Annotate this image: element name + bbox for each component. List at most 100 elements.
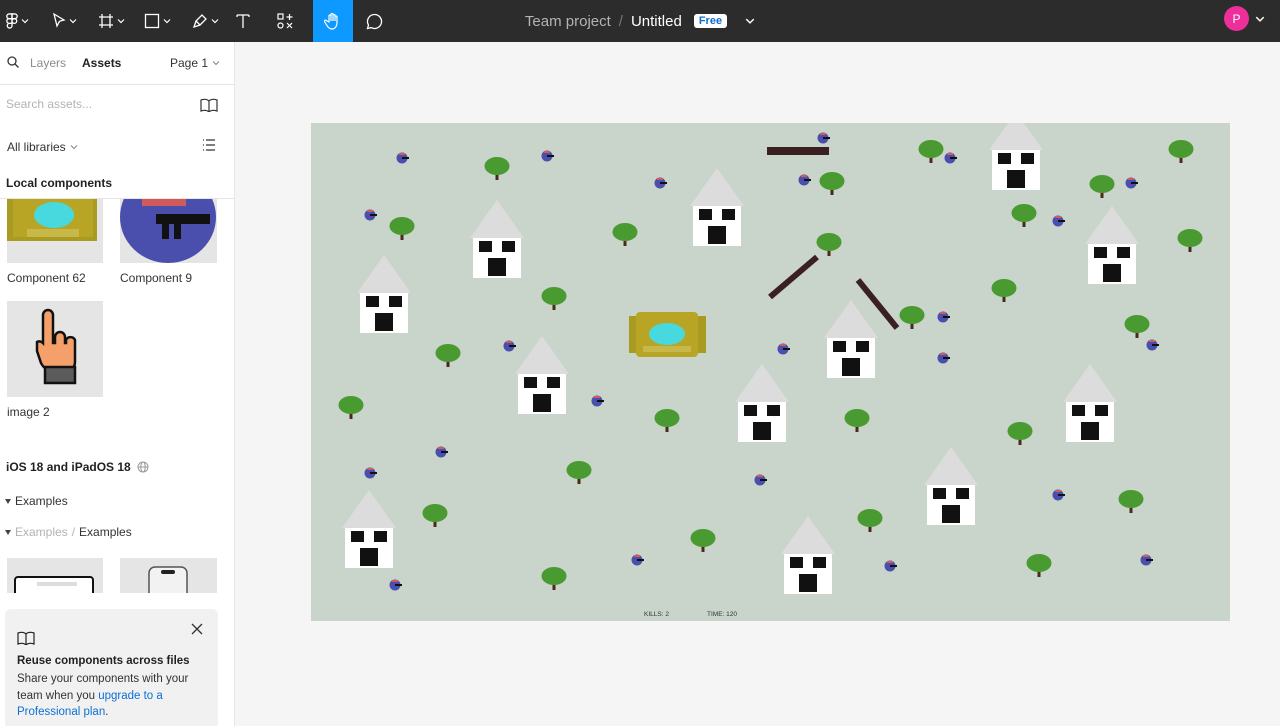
tree [1007, 422, 1033, 445]
library-filter[interactable]: All libraries [7, 140, 78, 154]
tree [541, 567, 567, 590]
component-label: image 2 [7, 405, 50, 419]
chevron-down-icon[interactable] [1255, 14, 1265, 24]
enemy [364, 467, 377, 479]
tree [844, 409, 870, 432]
panel-tabs: Layers Assets Page 1 [0, 42, 234, 83]
ipad-preview-icon [14, 576, 94, 593]
team-name[interactable]: Team project [525, 13, 611, 30]
chevron-down-icon [211, 19, 218, 24]
tree [484, 157, 510, 180]
move-tool-button[interactable] [39, 0, 89, 42]
assets-panel: Layers Assets Page 1 All libraries Local… [0, 42, 235, 726]
library-book-icon[interactable] [200, 98, 218, 112]
tab-layers[interactable]: Layers [30, 56, 66, 70]
promo-body: Share your components with your team whe… [17, 671, 207, 721]
local-components-heading: Local components [6, 176, 113, 190]
library-filter-row: All libraries [0, 126, 234, 166]
breadcrumb-separator: / [618, 12, 623, 30]
examples-path-parent: Examples [15, 525, 68, 539]
enemy [884, 560, 897, 572]
examples-group[interactable]: Examples [5, 494, 68, 508]
page-selector[interactable]: Page 1 [170, 56, 220, 70]
hand-tool-button[interactable] [313, 0, 353, 42]
file-menu-chevron-icon[interactable] [745, 16, 755, 26]
house [735, 364, 789, 442]
tree [612, 223, 638, 246]
house [515, 336, 569, 414]
enemy [1140, 554, 1153, 566]
caret-down-icon [5, 498, 11, 504]
tree [899, 306, 925, 329]
caret-down-icon [5, 529, 11, 535]
pen-tool-button[interactable] [181, 0, 229, 42]
kills-counter: KILLS: 2 [644, 611, 669, 618]
tree [435, 344, 461, 367]
close-icon[interactable] [191, 623, 203, 635]
house [924, 447, 978, 525]
search-input[interactable] [6, 97, 186, 111]
house [357, 255, 411, 333]
chevron-down-icon [163, 19, 170, 24]
house [690, 168, 744, 246]
pen-icon [192, 14, 207, 29]
tree [918, 140, 944, 163]
tree [991, 279, 1017, 302]
frame-tool-button[interactable] [89, 0, 133, 42]
search-icon[interactable] [7, 56, 19, 68]
enemy [631, 554, 644, 566]
enemy [754, 474, 767, 486]
cursor-icon [52, 13, 66, 28]
tree [816, 233, 842, 256]
tree [690, 529, 716, 552]
enemy [1052, 215, 1065, 227]
shape-tool-button[interactable] [133, 0, 181, 42]
time-counter: TIME: 120 [707, 611, 737, 618]
tree [1168, 140, 1194, 163]
tree [541, 287, 567, 310]
house [824, 300, 878, 378]
plan-badge: Free [693, 14, 728, 28]
tree [1177, 229, 1203, 252]
asset-search [0, 84, 234, 125]
comment-icon [366, 13, 382, 29]
tree [566, 461, 592, 484]
chevron-down-icon [70, 145, 78, 150]
tree [422, 504, 448, 527]
user-avatar[interactable]: P [1224, 6, 1249, 31]
component-label: Component 9 [120, 271, 193, 285]
component-thumbnail[interactable] [120, 199, 217, 263]
file-name[interactable]: Untitled [631, 13, 682, 30]
ios-library-label: iOS 18 and iPadOS 18 [6, 460, 131, 474]
rectangle-icon [144, 13, 159, 29]
list-view-icon[interactable] [202, 138, 216, 152]
example-thumbnail[interactable] [120, 558, 217, 593]
tree [1118, 490, 1144, 513]
comment-tool-button[interactable] [353, 0, 395, 42]
game-frame[interactable]: KILLS: 2 TIME: 120 [311, 123, 1230, 621]
house [1085, 206, 1139, 284]
text-tool-button[interactable] [229, 0, 257, 42]
fountain [629, 312, 706, 357]
components-tool-button[interactable] [257, 0, 313, 42]
enemy [389, 579, 402, 591]
component-label: Component 62 [7, 271, 86, 285]
chevron-down-icon [212, 61, 220, 66]
component-thumbnail[interactable] [7, 301, 103, 397]
enemy [591, 395, 604, 407]
example-thumbnail[interactable] [7, 558, 103, 593]
examples-subgroup[interactable]: Examples / Examples [5, 525, 132, 539]
toolbar: Team project / Untitled Free P [0, 0, 1280, 42]
tab-assets[interactable]: Assets [82, 56, 121, 70]
figma-menu-button[interactable] [0, 0, 34, 42]
house [470, 200, 524, 278]
component-thumbnail[interactable] [7, 199, 103, 263]
enemy [503, 340, 516, 352]
examples-path-current: Examples [79, 525, 132, 539]
chevron-down-icon [117, 19, 124, 24]
globe-icon [137, 461, 149, 473]
wall [768, 254, 819, 300]
tree [1124, 315, 1150, 338]
enemy [1125, 177, 1138, 189]
enemy [435, 446, 448, 458]
